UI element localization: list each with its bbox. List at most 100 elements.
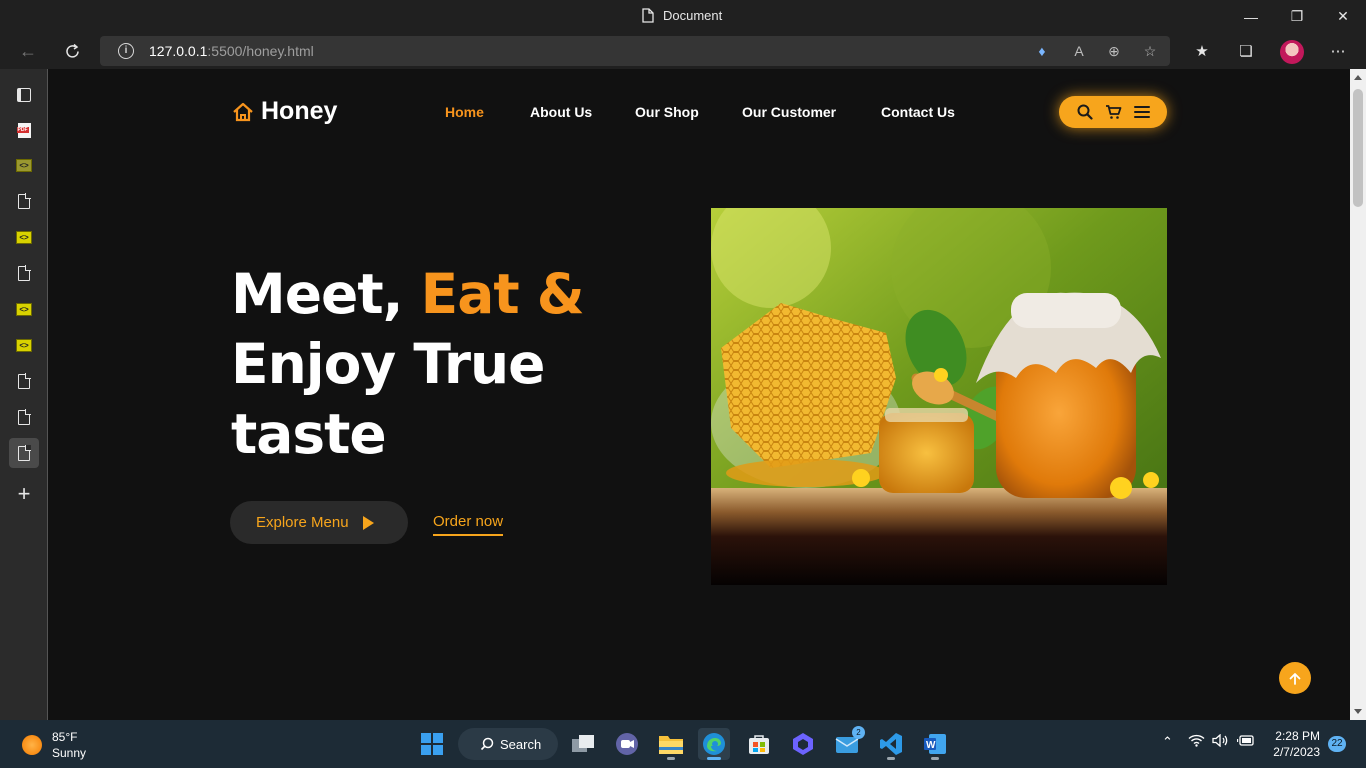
taskbar-search[interactable]: Search <box>458 728 558 760</box>
notification-badge[interactable]: 22 <box>1328 736 1346 752</box>
hero-title: Meet, Eat & Enjoy True taste <box>231 259 585 469</box>
pdf-icon <box>16 122 31 138</box>
tab-code-file[interactable]: <> <box>9 150 39 180</box>
tag-icon[interactable]: ♦ <box>1033 42 1051 60</box>
vscode-button[interactable] <box>875 728 907 760</box>
play-icon <box>362 515 374 530</box>
url-text[interactable]: 127.0.0.1:5500/honey.html <box>149 43 314 59</box>
page-viewport: Honey Home About Us Our Shop Our Custome… <box>48 69 1350 720</box>
page-icon <box>18 192 31 209</box>
system-clock[interactable]: 2:28 PM 2/7/2023 <box>1268 728 1320 760</box>
favorites-icon[interactable]: ★ <box>1192 41 1212 61</box>
tab-code-file[interactable]: <> <box>9 330 39 360</box>
page-icon <box>18 372 31 389</box>
scroll-up-arrow[interactable] <box>1354 75 1362 80</box>
tab-actions-icon[interactable] <box>9 80 39 110</box>
zoom-out-icon[interactable]: ⊕ <box>1105 42 1123 60</box>
scroll-down-arrow[interactable] <box>1354 709 1362 714</box>
windows-icon <box>421 733 443 755</box>
search-label: Search <box>500 736 542 752</box>
code-file-icon: <> <box>16 230 32 244</box>
add-favorite-icon[interactable]: ☆ <box>1141 42 1159 60</box>
edge-browser-button[interactable] <box>698 728 730 760</box>
power-automate-button[interactable] <box>787 728 819 760</box>
restore-button[interactable]: ❐ <box>1274 0 1320 33</box>
tab-document[interactable] <box>9 186 39 216</box>
read-aloud-icon[interactable]: A <box>1070 42 1088 60</box>
clock-time: 2:28 PM <box>1275 729 1320 743</box>
cart-icon <box>1105 105 1121 119</box>
code-file-icon: <> <box>16 302 32 316</box>
nav-home[interactable]: Home <box>445 104 484 120</box>
clock-date: 2/7/2023 <box>1273 745 1320 759</box>
weather-widget[interactable]: 85°F Sunny <box>22 729 86 761</box>
nav-our-customer[interactable]: Our Customer <box>742 104 836 120</box>
chat-icon <box>616 733 638 755</box>
cart-button[interactable] <box>1104 103 1122 121</box>
tab-document[interactable] <box>9 402 39 432</box>
task-view-button[interactable] <box>567 728 599 760</box>
hero-line1-white: Meet, <box>231 262 421 326</box>
temperature: 85°F <box>52 730 78 744</box>
show-hidden-icons[interactable]: ⌃ <box>1162 734 1173 750</box>
mail-badge: 2 <box>852 726 865 739</box>
profile-avatar[interactable] <box>1280 40 1304 64</box>
plus-icon: + <box>17 481 31 506</box>
page-icon <box>18 264 31 281</box>
code-file-icon: <> <box>16 158 32 172</box>
nav-our-shop[interactable]: Our Shop <box>635 104 699 120</box>
scroll-thumb[interactable] <box>1353 89 1363 207</box>
back-button[interactable]: ← <box>17 40 39 62</box>
start-button[interactable] <box>416 728 448 760</box>
honey-jars-image <box>711 208 1167 585</box>
hexagon-app-icon <box>793 733 813 755</box>
hero-line2: Enjoy True <box>231 332 545 396</box>
store-icon <box>749 735 769 754</box>
vscode-icon <box>880 733 902 755</box>
mail-button[interactable]: 2 <box>831 726 865 760</box>
menu-button[interactable] <box>1133 103 1151 121</box>
window-title-text: Document <box>663 8 723 23</box>
minimize-button[interactable]: — <box>1228 0 1274 33</box>
volume-icon[interactable] <box>1212 733 1229 750</box>
address-bar[interactable]: i 127.0.0.1:5500/honey.html ♦ A ⊕ ☆ <box>100 36 1170 66</box>
house-icon <box>233 102 253 121</box>
wifi-icon[interactable] <box>1188 734 1205 750</box>
windows-taskbar: 85°F Sunny Search 2 W ⌃ 2:28 PM 2/7/2023… <box>0 720 1366 768</box>
new-tab-button[interactable]: + <box>9 479 39 509</box>
word-icon: W <box>924 734 946 754</box>
back-to-top-button[interactable] <box>1279 662 1311 694</box>
page-icon <box>18 444 31 461</box>
close-window-button[interactable]: ✕ <box>1320 0 1366 33</box>
search-icon <box>1077 104 1093 120</box>
weather-condition: Sunny <box>52 746 87 760</box>
page-scrollbar[interactable] <box>1350 69 1366 720</box>
more-menu-icon[interactable]: ⋯ <box>1328 41 1348 61</box>
tab-code-file[interactable]: <> <box>9 294 39 324</box>
site-logo[interactable]: Honey <box>232 97 337 126</box>
hero-line3: taste <box>231 402 387 466</box>
tab-document-active[interactable] <box>9 438 39 468</box>
tab-pdf[interactable] <box>9 115 39 145</box>
svg-text:W: W <box>926 740 936 751</box>
battery-icon[interactable] <box>1236 734 1255 750</box>
collections-icon[interactable]: ❏ <box>1236 41 1256 61</box>
explore-menu-button[interactable]: Explore Menu <box>230 501 408 544</box>
browser-toolbar: ← i 127.0.0.1:5500/honey.html ♦ A ⊕ ☆ ★ … <box>0 33 1366 69</box>
teams-chat-button[interactable] <box>611 728 643 760</box>
tab-document[interactable] <box>9 258 39 288</box>
microsoft-store-button[interactable] <box>743 728 775 760</box>
nav-about-us[interactable]: About Us <box>530 104 592 120</box>
tab-document[interactable] <box>9 366 39 396</box>
order-now-link[interactable]: Order now <box>433 513 504 536</box>
word-button[interactable]: W <box>919 728 951 760</box>
refresh-button[interactable] <box>61 40 83 62</box>
site-info-icon[interactable]: i <box>118 43 134 59</box>
tab-code-file[interactable]: <> <box>9 222 39 252</box>
header-actions <box>1059 96 1167 128</box>
arrow-up-icon <box>1289 672 1301 685</box>
search-button[interactable] <box>1076 103 1094 121</box>
document-icon <box>642 8 654 23</box>
nav-contact-us[interactable]: Contact Us <box>881 104 955 120</box>
file-explorer-button[interactable] <box>655 728 687 760</box>
